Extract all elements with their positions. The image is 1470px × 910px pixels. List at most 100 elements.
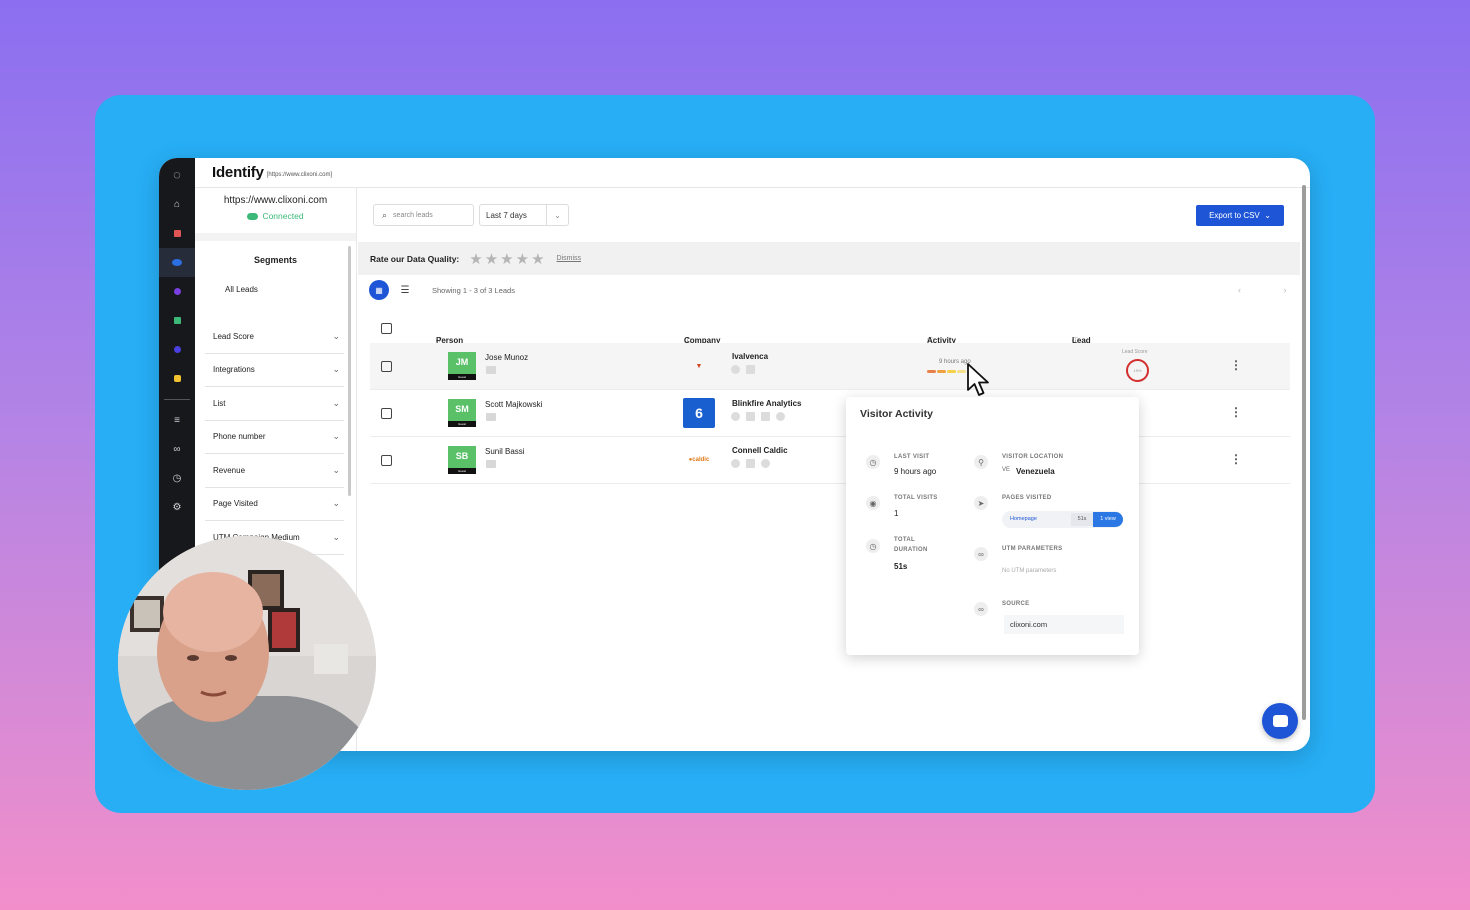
export-csv-button[interactable]: Export to CSV ⌄ <box>1196 205 1284 226</box>
cursor-icon: ➤ <box>974 496 988 510</box>
select-all-checkbox[interactable] <box>381 323 392 334</box>
settings-icon[interactable]: ⚙ <box>159 493 195 522</box>
filter-label: List <box>213 398 226 408</box>
filter-integrations[interactable]: Integrations ⌄ <box>205 354 344 387</box>
avatar: JM Guest <box>448 352 476 380</box>
person-name[interactable]: Scott Majkowski <box>485 400 542 409</box>
rating-stars[interactable]: ★★★★★ <box>469 250 546 268</box>
email-icon[interactable] <box>486 366 496 374</box>
activity-heat-bar[interactable] <box>927 370 966 373</box>
home-icon[interactable]: ⌂ <box>159 190 195 219</box>
company-name[interactable]: Connell Caldic <box>732 446 788 455</box>
person-name[interactable]: Jose Munoz <box>485 353 528 362</box>
linkedin-icon[interactable] <box>746 365 755 374</box>
twitter-icon[interactable] <box>776 412 785 421</box>
avatar: SB Guest <box>448 446 476 474</box>
page-time: 51s <box>1071 513 1093 526</box>
chevron-down-icon: ⌄ <box>332 498 340 509</box>
last-visit-value: 9 hours ago <box>894 467 937 476</box>
more-options-icon[interactable]: ⋮ <box>1230 405 1242 419</box>
globe-icon[interactable] <box>731 412 740 421</box>
identify-icon[interactable] <box>159 248 195 277</box>
filter-phone-number[interactable]: Phone number ⌄ <box>205 421 344 454</box>
chat-button[interactable] <box>1262 703 1298 739</box>
chevron-down-icon: ⌄ <box>332 330 340 341</box>
main-panel: ⌕ search leads Last 7 days ⌄ Export to CS… <box>358 188 1310 751</box>
email-icon[interactable] <box>486 413 496 421</box>
sidebar-scrollbar[interactable] <box>348 246 351 496</box>
linkedin-icon[interactable] <box>746 412 755 421</box>
logo-icon: ◌ <box>173 166 181 182</box>
avatar-initials: SB <box>455 451 469 461</box>
facebook-icon[interactable] <box>761 412 770 421</box>
audience-icon[interactable] <box>159 277 195 306</box>
more-options-icon[interactable]: ⋮ <box>1230 452 1242 466</box>
table-row[interactable]: JM Guest Jose Munoz ▼ Ivalvenca 9 hours a… <box>370 343 1290 390</box>
total-duration-label: TOTAL DURATION <box>894 537 928 553</box>
person-name[interactable]: Sunil Bassi <box>485 447 525 456</box>
top-bar: Identify [https://www.clixoni.com] <box>195 158 1310 188</box>
company-logo: 6 <box>683 398 715 428</box>
target-icon[interactable] <box>159 335 195 364</box>
grid-icon: ▦ <box>375 285 383 295</box>
linkedin-icon[interactable] <box>746 459 755 468</box>
filter-lead-score[interactable]: Lead Score ⌄ <box>205 320 344 354</box>
mouse-cursor-icon <box>967 363 989 396</box>
filter-list: Lead Score ⌄ Integrations ⌄ List ⌄ Phone nu… <box>195 320 356 555</box>
results-count: Showing 1 - 3 of 3 Leads <box>432 286 515 295</box>
company-name[interactable]: Ivalvenca <box>732 352 768 361</box>
list-icon: ☰ <box>400 284 410 296</box>
main-scrollbar[interactable] <box>1302 185 1306 720</box>
visitor-activity-popover: Visitor Activity ◷ LAST VISIT 9 hours ag… <box>846 397 1139 655</box>
inbox-icon[interactable] <box>159 219 195 248</box>
avatar-tag: Guest <box>448 374 476 380</box>
row-checkbox[interactable] <box>381 455 392 466</box>
avatar-initials: SM <box>455 404 469 414</box>
page-views: 1 view <box>1093 512 1123 527</box>
lead-score-ring[interactable]: 19% <box>1126 359 1149 382</box>
segment-all-leads[interactable]: All Leads <box>225 285 356 294</box>
more-options-icon[interactable]: ⋮ <box>1230 358 1242 372</box>
twitter-icon[interactable] <box>761 459 770 468</box>
timer-icon: ◷ <box>866 539 880 553</box>
chevron-down-icon: ⌄ <box>1264 211 1271 220</box>
filter-list-item[interactable]: List ⌄ <box>205 387 344 421</box>
pagination[interactable]: ‹ › <box>1238 285 1307 295</box>
table-row[interactable]: SB Guest Sunil Bassi ●caldic Connell Cald… <box>370 437 1290 484</box>
history-icon[interactable]: ◷ <box>159 464 195 493</box>
company-links <box>731 412 785 421</box>
analytics-icon[interactable] <box>159 306 195 335</box>
filter-page-visited[interactable]: Page Visited ⌄ <box>205 488 344 521</box>
company-name[interactable]: Blinkfire Analytics <box>732 399 802 408</box>
search-input[interactable]: ⌕ search leads <box>373 204 474 226</box>
table-row[interactable]: SM Guest Scott Majkowski 6 Blinkfire Anal… <box>370 390 1290 437</box>
app-url: [https://www.clixoni.com] <box>266 171 333 178</box>
row-checkbox[interactable] <box>381 361 392 372</box>
link-icon: ∞ <box>974 547 988 561</box>
menu-icon[interactable]: ≡ <box>159 406 195 435</box>
link-icon[interactable]: ∞ <box>159 435 195 464</box>
chevron-down-icon: ⌄ <box>332 431 340 442</box>
dismiss-link[interactable]: Dismiss <box>557 255 582 262</box>
globe-icon[interactable] <box>731 365 740 374</box>
total-visits-label: TOTAL VISITS <box>894 495 938 501</box>
database-icon[interactable] <box>159 364 195 393</box>
page-name: Homepage <box>1010 516 1037 522</box>
connection-status: Connected <box>195 211 356 221</box>
page-visit-chip[interactable]: Homepage 51s 1 view <box>1002 511 1123 528</box>
utm-value: No UTM parameters <box>1002 568 1057 574</box>
date-range-value: Last 7 days <box>486 210 527 220</box>
filter-label: Lead Score <box>213 331 254 341</box>
grid-view-button[interactable]: ▦ <box>369 280 389 300</box>
date-range-select[interactable]: Last 7 days ⌄ <box>479 204 569 226</box>
email-icon[interactable] <box>486 460 496 468</box>
row-checkbox[interactable] <box>381 408 392 419</box>
total-visits-value: 1 <box>894 509 899 518</box>
filter-revenue[interactable]: Revenue ⌄ <box>205 454 344 488</box>
connection-label: Connected <box>262 211 304 221</box>
globe-icon[interactable] <box>731 459 740 468</box>
last-visit-label: LAST VISIT <box>894 454 930 460</box>
presenter-video <box>118 536 376 790</box>
list-view-button[interactable]: ☰ <box>398 282 412 298</box>
company-links <box>731 365 755 374</box>
